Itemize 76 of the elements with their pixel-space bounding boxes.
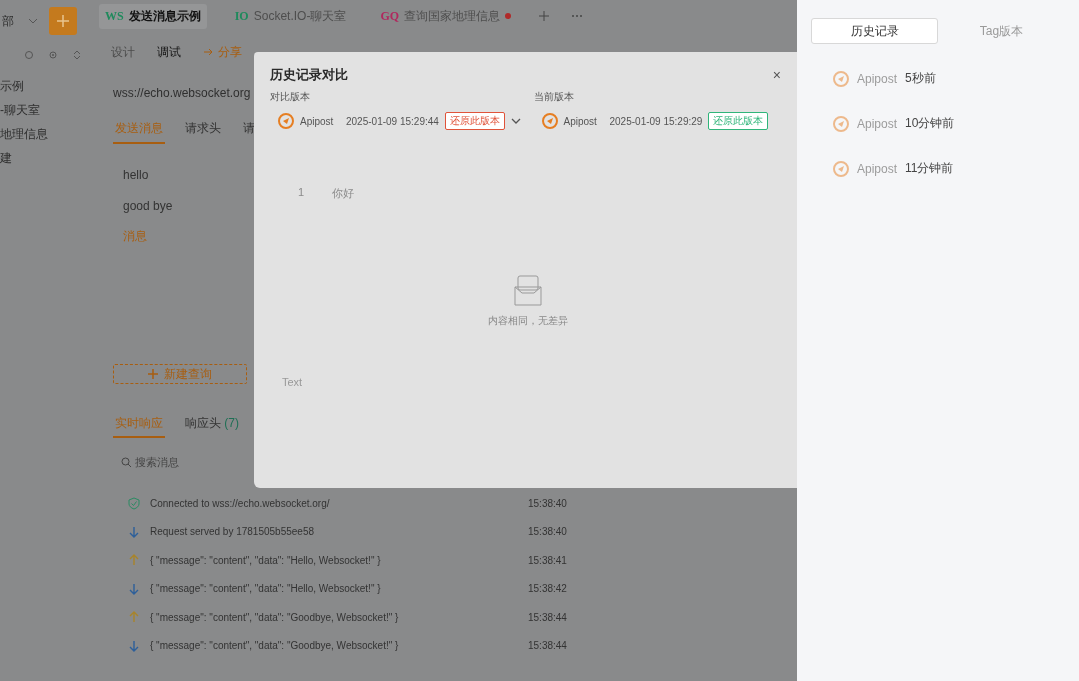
dialog-title: 历史记录对比 (270, 66, 348, 84)
logo-icon (541, 113, 558, 129)
request-tab[interactable]: WS 发送消息示例 (99, 3, 207, 29)
author-name: Apipost (563, 115, 598, 127)
restore-button[interactable]: 还原此版本 (444, 112, 505, 130)
search-icon (121, 457, 131, 467)
logo-icon (833, 160, 849, 177)
empty-message: 内容相同，无差异 (487, 314, 568, 328)
author-name: Apipost (857, 116, 898, 131)
version-time: 2025-01-09 15:29:44 (346, 115, 439, 127)
author-name: Apipost (300, 115, 335, 127)
more-icon[interactable] (571, 14, 584, 18)
log-time: 15:38:44 (528, 640, 567, 652)
panel-tab[interactable]: 历史记录 (811, 18, 938, 44)
history-item[interactable]: Apipost 5秒前 (833, 70, 1065, 87)
response-tab[interactable]: 响应头 (7) (183, 410, 241, 438)
tree-item[interactable]: -聊天室 (0, 100, 95, 120)
arrow-down-icon (128, 639, 140, 652)
tree-item[interactable]: 示例 (0, 76, 95, 96)
panel-tab[interactable]: Tag版本 (938, 18, 1065, 44)
version-time: 2025-01-09 15:29:29 (609, 115, 703, 127)
message-item[interactable]: good bye (123, 195, 173, 216)
log-time: 15:38:42 (528, 583, 567, 595)
plus-icon[interactable] (539, 11, 550, 21)
protocol-label: GQ (380, 8, 400, 24)
mode-tab[interactable]: 调试 (157, 43, 181, 61)
log-time: 15:38:44 (528, 611, 567, 623)
arrow-up-icon (128, 611, 140, 624)
log-message: { "message": "content", "data": "Hello, Websocket!" } (150, 583, 382, 595)
logo-icon (833, 115, 849, 132)
log-time: 15:38:40 (528, 526, 567, 538)
arrow-down-icon (128, 582, 140, 595)
tree-item[interactable]: 地理信息 (0, 124, 95, 144)
history-time: 11分钟前 (905, 160, 954, 177)
diff-line: 你好 (332, 186, 355, 201)
url-field[interactable]: wss://echo.websocket.org (113, 80, 251, 106)
workspace-name: 部 (2, 12, 14, 30)
history-item[interactable]: Apipost 10分钟前 (833, 115, 1065, 132)
history-time: 5秒前 (905, 70, 936, 87)
line-number: 1 (298, 186, 305, 200)
logo-icon (278, 113, 294, 129)
share-icon (203, 47, 213, 57)
author-name: Apipost (857, 71, 898, 86)
log-message: { "message": "content", "data": "Hello, Websocket!" } (150, 554, 382, 566)
log-time: 15:38:40 (528, 497, 567, 509)
chevron-down-icon[interactable] (510, 118, 521, 124)
history-item[interactable]: Apipost 11分钟前 (833, 160, 1065, 177)
search-field[interactable]: 搜索消息 (135, 456, 215, 468)
log-message: Connected to wss://echo.websocket.org/ (150, 497, 331, 509)
log-message: Request served by 1781505b55ee58 (150, 526, 316, 538)
version-label: 当前版本 (533, 90, 575, 104)
plus-icon (148, 369, 158, 379)
log-time: 15:38:41 (528, 554, 567, 566)
add-button[interactable] (49, 7, 77, 35)
mode-tab[interactable]: 设计 (111, 43, 135, 61)
protocol-label: WS (105, 8, 124, 24)
log-message: { "message": "content", "data": "Goodbye, Websocket!" } (150, 640, 400, 652)
close-button[interactable]: × (768, 68, 785, 82)
version-label: 对比版本 (270, 90, 311, 104)
log-message: { "message": "content", "data": "Goodbye, Websocket!" } (150, 611, 400, 623)
arrow-down-icon (128, 525, 140, 538)
section-tab[interactable]: 请求头 (183, 114, 223, 144)
restore-button[interactable]: 还原此版本 (708, 112, 769, 130)
logo-icon (833, 70, 849, 87)
empty-box-icon (513, 275, 542, 306)
format-label: Text (282, 376, 304, 388)
plus-icon (57, 15, 69, 27)
expand-icon[interactable] (72, 50, 82, 60)
arrow-up-icon (128, 554, 140, 567)
check-shield-icon (128, 496, 140, 510)
protocol-label: IO (234, 8, 249, 24)
author-name: Apipost (857, 161, 898, 176)
tree-item[interactable]: 建 (0, 148, 95, 168)
history-time: 10分钟前 (905, 115, 955, 132)
section-tab[interactable]: 请 (241, 114, 257, 144)
message-item[interactable]: hello (123, 165, 149, 185)
